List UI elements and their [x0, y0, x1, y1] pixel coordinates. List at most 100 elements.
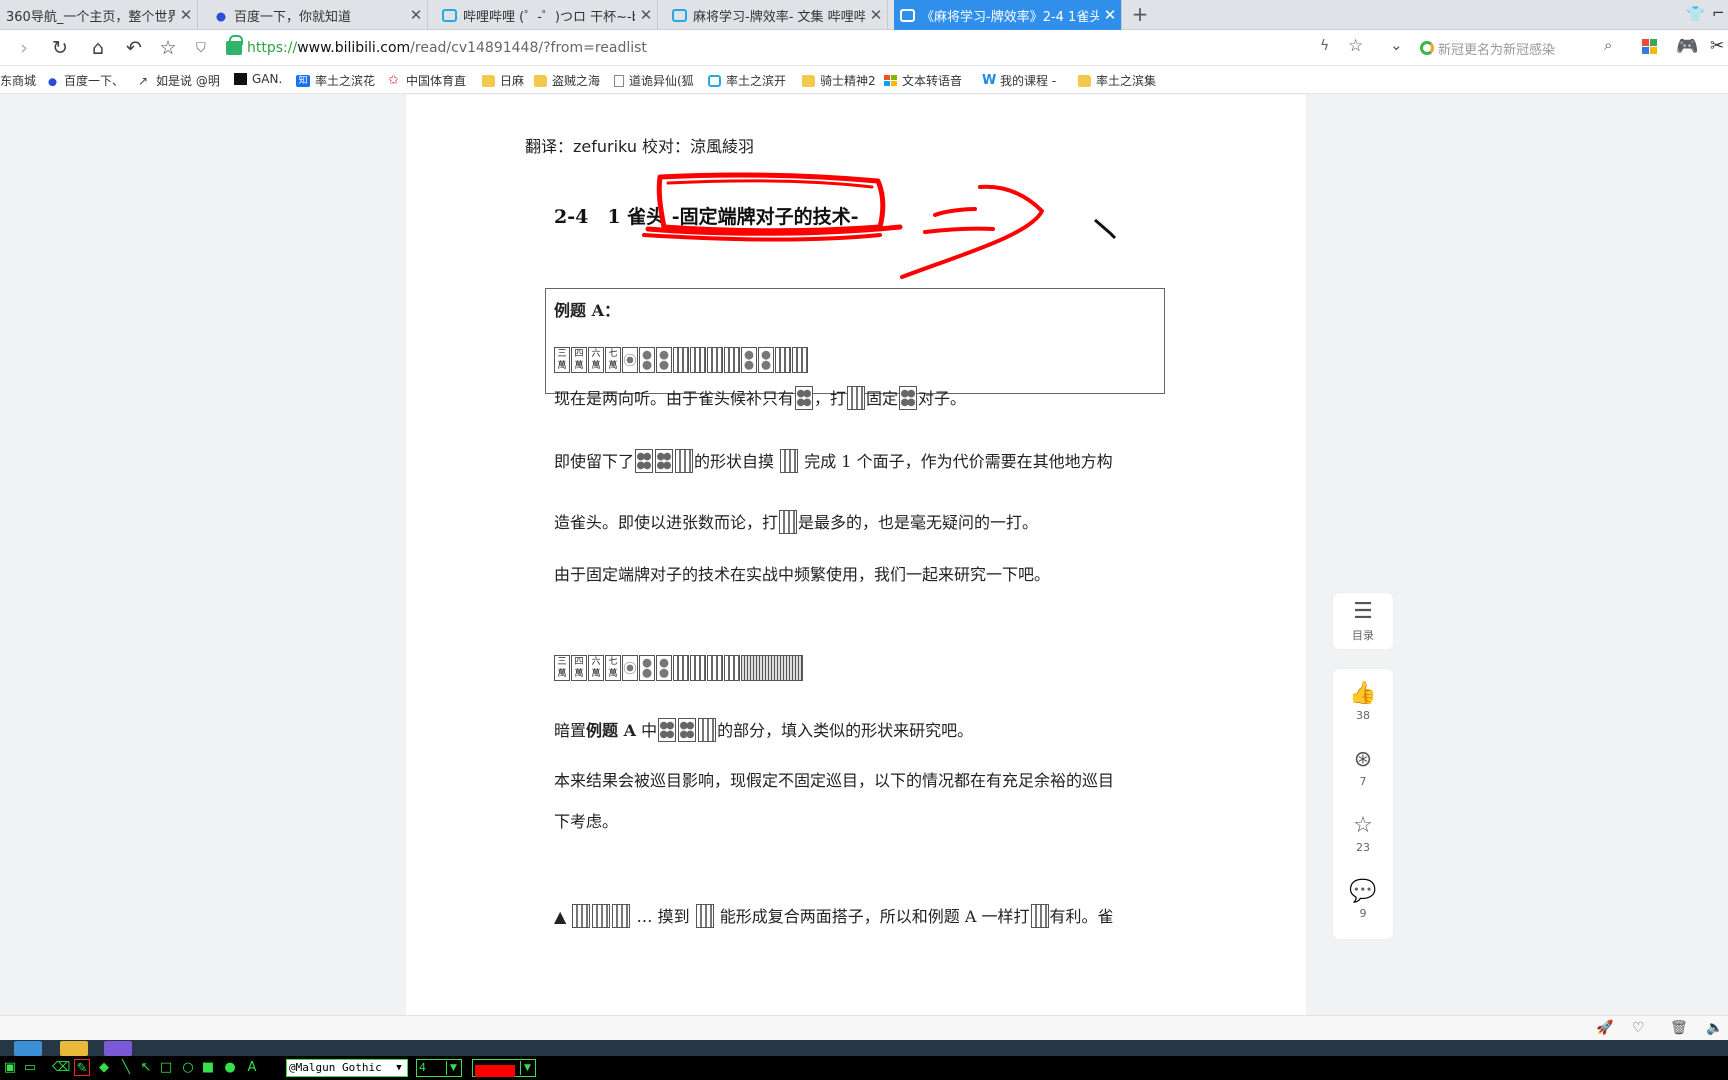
tile-hand-hidden: 三萬 四萬 六萬 七萬: [554, 655, 804, 681]
example-a-box: 例题 A： 三萬 四萬 六萬 七萬: [545, 288, 1165, 394]
close-icon[interactable]: ✕: [635, 6, 657, 24]
arrow-tool-icon[interactable]: ↖: [138, 1059, 154, 1076]
gamepad-icon[interactable]: 🎮: [1676, 36, 1698, 57]
font-value: @Malgun Gothic: [289, 1061, 382, 1074]
pen-color-select[interactable]: ▼: [472, 1059, 536, 1077]
bookmark-item[interactable]: 率土之滨开: [708, 72, 786, 89]
favorite-star-icon[interactable]: ☆: [156, 37, 180, 59]
filled-ellipse-icon[interactable]: ●: [222, 1059, 238, 1076]
line-icon[interactable]: ╲: [118, 1059, 134, 1076]
section-title: 2-4 1 雀头 -固定端牌对子的技术-: [554, 206, 859, 228]
bookmark-item[interactable]: 文本转语音: [884, 72, 962, 89]
comment-button[interactable]: 💬 9: [1333, 867, 1393, 933]
eraser-icon[interactable]: ⌫: [52, 1059, 70, 1076]
tile-sou: [673, 347, 689, 373]
chevron-down-icon: ▼: [392, 1061, 406, 1075]
bookmark-item[interactable]: 日麻: [482, 72, 524, 89]
bookmark-item[interactable]: 东商城: [0, 72, 36, 89]
app-grid-icon[interactable]: [1642, 39, 1658, 55]
folder-icon: [1078, 74, 1091, 87]
comment-count: 9: [1359, 907, 1367, 920]
tile-man: 四萬: [571, 655, 587, 681]
tile-inline-icon: [698, 718, 717, 742]
bookmark-star-icon[interactable]: ☆: [1348, 36, 1363, 56]
bookmark-item[interactable]: 骑士精神2: [802, 72, 876, 89]
filled-rectangle-icon[interactable]: ■: [200, 1059, 216, 1076]
pen-color-swatch: [475, 1065, 515, 1077]
undo-close-icon[interactable]: ↶: [122, 37, 146, 59]
text-tool-icon[interactable]: A: [244, 1059, 260, 1076]
home-icon[interactable]: ⌂: [86, 37, 110, 59]
tile-pin: [758, 347, 774, 373]
bookmark-item[interactable]: 知率土之滨花: [296, 72, 375, 89]
close-icon[interactable]: ✕: [865, 6, 887, 24]
reload-icon[interactable]: ↻: [48, 37, 72, 59]
tile-pin: [639, 347, 655, 373]
bookmark-item[interactable]: 盗贼之海: [534, 72, 600, 89]
url-text[interactable]: https://www.bilibili.com/read/cv14891448…: [247, 40, 647, 56]
coin-button[interactable]: ⊛ 7: [1333, 735, 1393, 801]
taskbar-app-icon[interactable]: [104, 1041, 132, 1056]
forward-icon[interactable]: ›: [12, 37, 36, 59]
thumbs-up-icon: 👍: [1349, 681, 1377, 706]
paragraph: ▲ … 摸到 能形成复合两面搭子，所以和例题 A 一样打 有利。雀: [554, 903, 1114, 928]
bookmark-item[interactable]: GAN.: [234, 72, 282, 86]
tile-sou: [690, 655, 706, 681]
favorite-button[interactable]: ☆ 23: [1333, 801, 1393, 867]
speaker-icon[interactable]: 🔈: [1706, 1020, 1723, 1036]
pen-size-select[interactable]: 4 ▼: [416, 1059, 462, 1077]
tab-bilibili-home[interactable]: 哔哩哔哩 (゜-゜)つロ 干杯~-bi ✕: [436, 0, 658, 30]
new-tab-button[interactable]: +: [1128, 2, 1152, 26]
bookmark-item[interactable]: ↗ 如是说 @明: [138, 72, 220, 89]
tile-inline-icon: [572, 904, 591, 928]
save-icon[interactable]: ▣: [2, 1059, 18, 1076]
tile-man: 七萬: [605, 655, 621, 681]
page-viewport[interactable]: 翻译：zefuriku 校对：涼風綾羽 2-4 1 雀头 -固定端牌对子的技术-…: [0, 95, 1728, 1015]
tile-inline-icon: [592, 904, 611, 928]
toc-button[interactable]: ☰ 目录: [1333, 593, 1393, 649]
rocket-icon[interactable]: 🚀: [1596, 1020, 1613, 1036]
rectangle-icon[interactable]: □: [158, 1059, 174, 1076]
tab-strip: 360导航_一个主页，整个世界 ✕ 百度一下，你就知道 ✕ 哔哩哔哩 (゜-゜)…: [0, 0, 1728, 30]
folder-icon: [802, 74, 815, 87]
shirt-skin-icon[interactable]: 👕: [1686, 5, 1705, 23]
tab-mahjong-collection[interactable]: 麻将学习-牌效率- 文集 哔哩哔哩 ✕: [666, 0, 888, 30]
search-placeholder: 新冠更名为新冠感染: [1438, 42, 1556, 58]
close-icon[interactable]: ✕: [1099, 6, 1121, 24]
tab-baidu[interactable]: 百度一下，你就知道 ✕: [208, 0, 428, 30]
lightning-icon[interactable]: ϟ: [1320, 38, 1329, 54]
font-select[interactable]: @Malgun Gothic ▼: [286, 1059, 408, 1077]
window-control-icon[interactable]: ⌐: [1712, 4, 1725, 22]
close-icon[interactable]: ✕: [405, 6, 427, 24]
bookmark-item[interactable]: ✩ 中国体育直: [388, 72, 466, 89]
open-folder-icon[interactable]: ▭: [22, 1059, 38, 1076]
like-button[interactable]: 👍 38: [1333, 669, 1393, 735]
highlighter-icon[interactable]: ◆: [96, 1059, 112, 1076]
search-input[interactable]: 新冠更名为新冠感染: [1420, 36, 1620, 60]
ellipse-icon[interactable]: ○: [180, 1059, 196, 1076]
tab-mahjong-article[interactable]: 《麻将学习-牌效率》2-4 1雀头 ✕: [894, 0, 1122, 30]
screen-drawing-toolbar: ▣ ▭ ⌫ ✎ ◆ ╲ ↖ □ ○ ■ ● A @Malgun Gothic ▼…: [0, 1040, 1728, 1080]
search-icon[interactable]: ⌕: [1604, 36, 1612, 54]
chevron-down-icon[interactable]: ⌄: [1390, 36, 1403, 54]
tile-sou: [673, 655, 689, 681]
bookmark-item[interactable]: 率土之滨集: [1078, 72, 1156, 89]
taskbar-app-icon[interactable]: [14, 1041, 42, 1056]
url-bar[interactable]: ⛉ https://www.bilibili.com/read/cv148914…: [196, 35, 1306, 61]
bookmark-item[interactable]: 道诡异仙(狐: [614, 72, 694, 89]
tile-sou: [724, 347, 740, 373]
close-icon[interactable]: ✕: [175, 6, 197, 24]
toc-list-icon: ☰: [1353, 598, 1373, 624]
baidu-paw-icon: [214, 8, 228, 22]
tab-360-nav[interactable]: 360导航_一个主页，整个世界 ✕: [0, 0, 198, 30]
gan-logo-icon: [234, 73, 247, 85]
tile-man: 四萬: [571, 347, 587, 373]
folder-icon[interactable]: [60, 1041, 88, 1056]
trash-icon[interactable]: 🗑: [1670, 1020, 1688, 1036]
bookmark-item[interactable]: W 我的课程 -: [982, 72, 1056, 89]
tile-inline-icon: [1030, 904, 1049, 928]
bookmark-item[interactable]: 百度一下、: [46, 72, 124, 89]
heart-icon[interactable]: ♡: [1632, 1020, 1645, 1036]
pen-icon[interactable]: ✎: [74, 1059, 90, 1076]
scissors-icon[interactable]: ✂: [1710, 36, 1724, 56]
